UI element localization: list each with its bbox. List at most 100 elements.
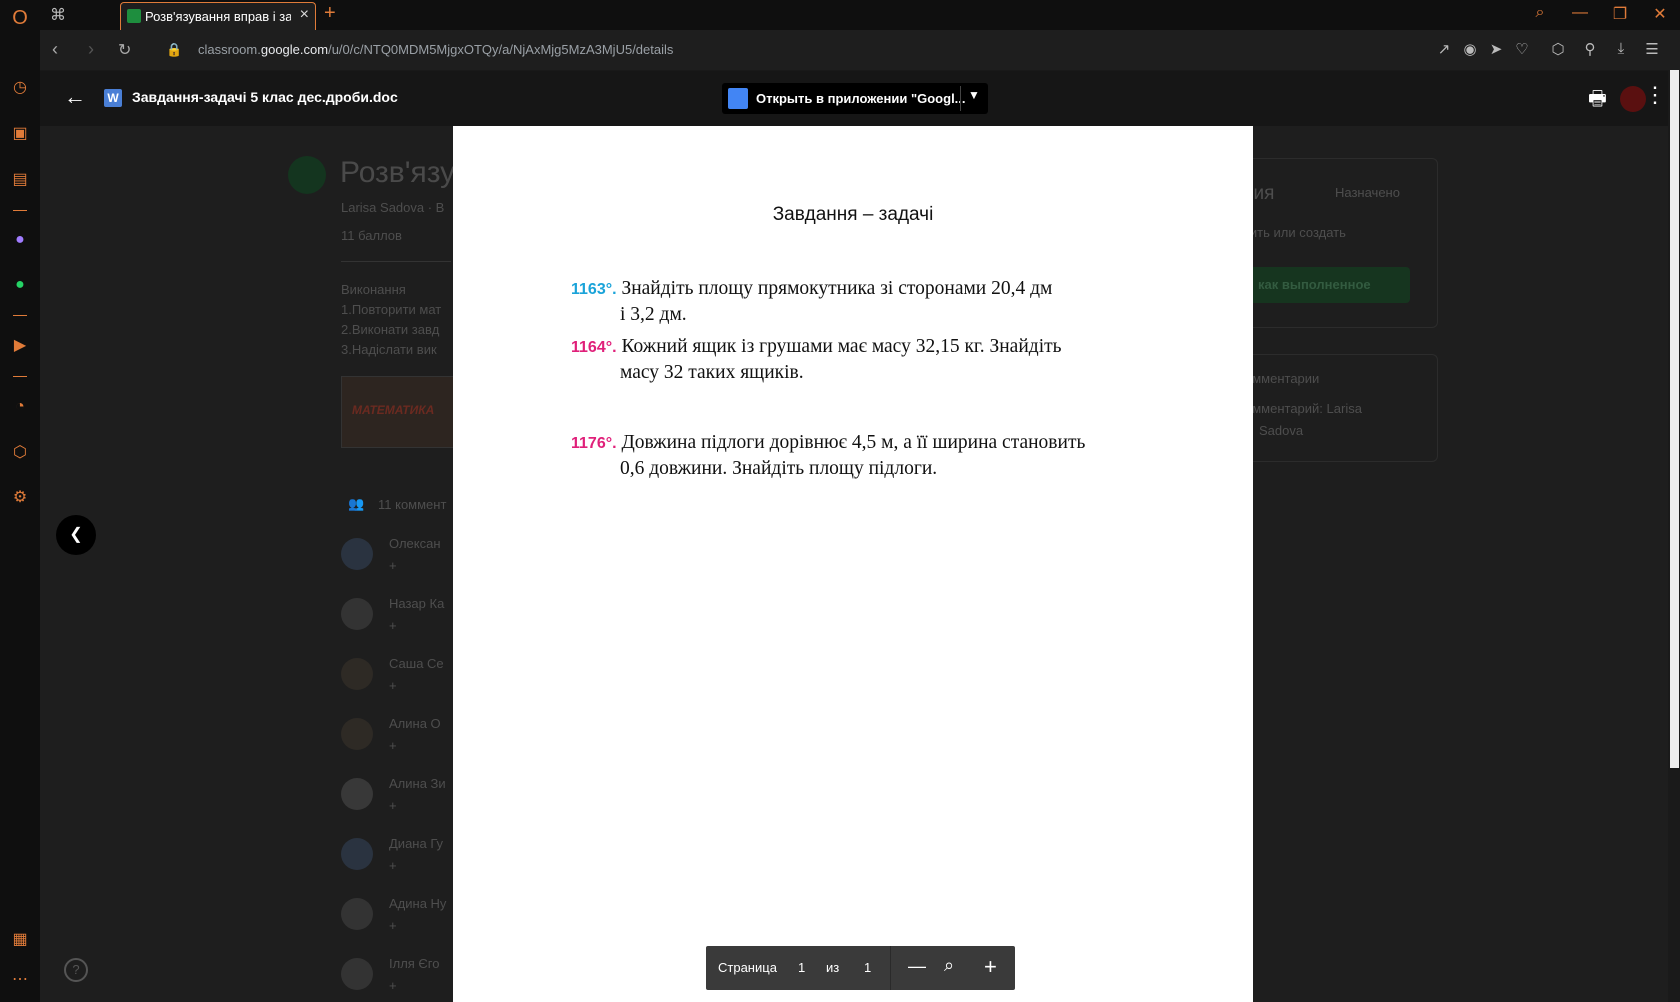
private-comments-add[interactable]: омментарий: Larisa [1245,401,1362,416]
scrollbar-thumb[interactable] [1670,70,1679,768]
dropdown-arrow-icon[interactable]: ▼ [968,88,980,102]
new-tab-plus-icon[interactable]: + [324,2,336,25]
attachment-thumbnail[interactable]: МАТЕМАТИКА [341,376,455,448]
more-dots-icon[interactable]: ⋯ [10,970,30,990]
gamepad-icon[interactable]: ⌘ [50,5,66,25]
minimize-icon[interactable]: — [1570,4,1590,22]
assignment-desc-0: Виконання [341,282,406,297]
student-name: Адина Ну [389,896,447,911]
rail-divider [13,376,27,377]
divider [960,86,961,111]
comments-count[interactable]: 11 коммент [378,497,446,512]
share-icon[interactable]: ↗ [1435,40,1453,58]
page-scrollbar[interactable] [1668,70,1680,1002]
plus-text: + [389,858,397,873]
assignment-author: Larisa Sadova · В [341,200,445,215]
private-comments-title: омментарии [1245,371,1320,386]
url-field[interactable]: classroom.google.com/u/0/c/NTQ0MDM5MjgxO… [198,42,673,57]
close-window-icon[interactable]: ✕ [1650,4,1670,24]
restore-icon[interactable]: ❐ [1610,4,1630,24]
gallery-icon[interactable]: ▦ [10,930,30,950]
divider [341,261,451,262]
task-item: 1164°. Кожний ящик із грушами має масу 3… [571,334,1171,385]
rail-divider [13,210,27,211]
plus-text: + [389,978,397,993]
avatar [341,538,373,570]
speed-dial-icon[interactable]: ◷ [10,78,30,98]
current-page-input[interactable]: 1 [798,960,805,975]
viewer-toolbar: ← W Завдання-задачі 5 клас дес.дроби.doc… [40,70,1680,126]
attachment-thumbnail-label: МАТЕМАТИКА [352,403,435,417]
rail-divider [13,315,27,316]
avatar [341,898,373,930]
task-number: 1176°. [571,435,617,452]
document-title: Завдання – задачі [772,204,934,225]
plus-text: + [389,738,397,753]
task-item: 1176°. Довжина підлоги дорівнює 4,5 м, а… [571,430,1171,481]
zoom-magnifier-icon[interactable]: ⌕ [944,955,954,976]
easy-setup-icon[interactable]: ☰ [1643,40,1661,58]
zoom-out-icon[interactable]: — [908,956,926,977]
total-pages: 1 [864,960,872,975]
student-name: Саша Се [389,656,444,671]
avatar [341,658,373,690]
avatar [341,838,373,870]
task-item: 1163°. Знайдіть площу прямокутника зі ст… [571,276,1171,327]
previous-file-button[interactable]: ❮ [56,515,96,555]
task-text-line2: масу 32 таких ящиків. [620,362,804,383]
tab-strip: ⌘ Розв'язування вправ і задач × + ⌕ — ❐ … [40,0,1680,30]
whatsapp-icon[interactable]: ● [10,275,30,295]
tab-close-icon[interactable]: × [300,6,309,24]
page-label: Страница [718,960,777,975]
print-icon[interactable]: 🖶 [1588,84,1607,118]
private-comments-author: Sadova [1259,423,1304,438]
file-name: Завдання-задачі 5 клас дес.дроби.doc [132,89,398,105]
task-text-line2: і 3,2 дм. [620,304,687,325]
avatar[interactable] [1620,86,1646,112]
history-icon[interactable]: ◔ [10,397,30,417]
player-icon[interactable]: ▶ [10,336,30,356]
task-number: 1163°. [571,281,617,298]
settings-gear-icon[interactable]: ⚙ [10,488,30,508]
assignment-desc-1: 1.Повторити мат [341,302,442,317]
search-icon[interactable]: ⌕ [1530,4,1550,22]
tab-title: Розв'язування вправ і задач [145,9,291,24]
mark-as-done-label: как выполненное [1258,277,1371,292]
bag-icon[interactable]: ▣ [10,124,30,144]
plus-text: + [389,918,397,933]
workspace-icon[interactable]: ▤ [10,170,30,190]
assignment-title: Розв'язу [340,156,456,189]
mark-as-done-button[interactable]: как выполненное [1240,267,1410,303]
opera-logo-icon[interactable]: O [10,8,30,28]
student-name: Ілля Єго [389,956,440,971]
forward-nav-icon[interactable]: › [88,39,94,60]
task-text-line2: 0,6 довжини. Знайдіть площу підлоги. [620,458,938,479]
help-icon[interactable]: ? [64,958,88,982]
lock-icon: 🔒 [166,42,183,57]
download-icon[interactable]: ⤓ [1612,40,1630,57]
more-vert-icon[interactable]: ⋮ [1644,82,1666,108]
open-in-app-button[interactable]: Открыть в приложении "Googl... ▼ [722,83,988,114]
add-or-create-button[interactable]: вить или создать [1243,225,1346,240]
assignment-desc-2: 2.Виконати завд [341,322,440,337]
document-page: Завдання – задачі 1163°. Знайдіть площу … [453,126,1253,1002]
page-controls: Страница 1 из 1 — ⌕ + [706,946,1015,990]
assignment-points: 11 баллов [341,228,402,243]
snapshot-camera-icon[interactable]: ◉ [1461,40,1479,58]
close-viewer-back-icon[interactable]: ← [64,84,86,110]
back-nav-icon[interactable]: ‹ [52,39,58,60]
messenger-icon[interactable]: ● [10,230,30,250]
profile-icon[interactable]: ⚲ [1581,40,1599,58]
student-name: Алина Зи [389,776,446,791]
avatar [341,718,373,750]
url-prefix: classroom. [198,42,261,57]
extensions-icon[interactable]: ⬡ [10,443,30,463]
reload-icon[interactable]: ↻ [118,40,131,60]
send-icon[interactable]: ➤ [1487,40,1505,58]
cube-icon[interactable]: ⬡ [1549,40,1567,58]
heart-icon[interactable]: ♡ [1513,40,1531,58]
url-domain: google.com [260,42,329,57]
zoom-in-icon[interactable]: + [984,954,997,980]
task-text-line1: Знайдіть площу прямокутника зі сторонами… [621,278,1053,299]
tab-active[interactable]: Розв'язування вправ і задач × [120,2,316,30]
